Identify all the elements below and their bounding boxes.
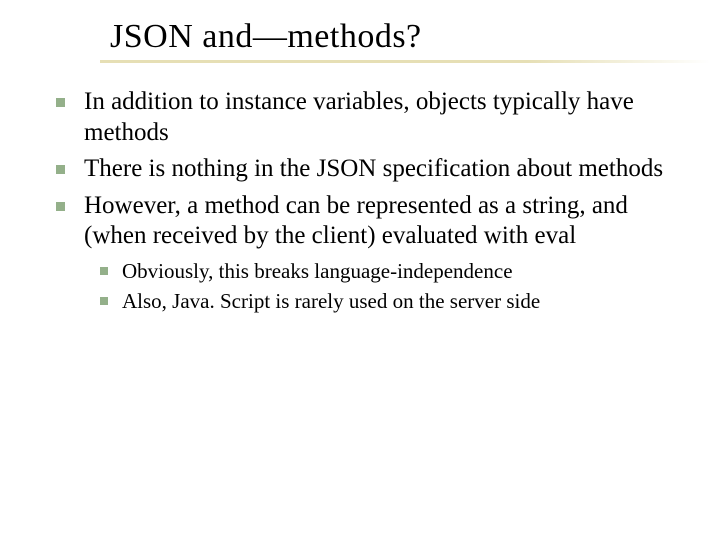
list-item: There is nothing in the JSON specificati… (38, 154, 690, 185)
list-item: However, a method can be represented as … (38, 191, 690, 252)
bullet-text: Also, Java. Script is rarely used on the… (122, 289, 540, 313)
bullet-list: In addition to instance variables, objec… (38, 87, 690, 252)
square-bullet-icon (56, 202, 65, 211)
title-block: JSON and—methods? (30, 18, 690, 63)
sub-bullet-list: Obviously, this breaks language-independ… (38, 258, 690, 315)
square-bullet-icon (100, 297, 108, 305)
list-item: Also, Java. Script is rarely used on the… (82, 288, 690, 314)
bullet-text: There is nothing in the JSON specificati… (84, 155, 663, 182)
bullet-text: However, a method can be represented as … (84, 192, 628, 250)
square-bullet-icon (56, 165, 65, 174)
bullet-text: Obviously, this breaks language-independ… (122, 259, 513, 283)
list-item: In addition to instance variables, objec… (38, 87, 690, 148)
title-underline (100, 60, 710, 63)
slide: JSON and—methods? In addition to instanc… (0, 0, 720, 540)
slide-title: JSON and—methods? (110, 18, 690, 56)
list-item: Obviously, this breaks language-independ… (82, 258, 690, 284)
square-bullet-icon (56, 98, 65, 107)
bullet-text: In addition to instance variables, objec… (84, 88, 634, 146)
slide-content: In addition to instance variables, objec… (30, 73, 690, 314)
square-bullet-icon (100, 267, 108, 275)
